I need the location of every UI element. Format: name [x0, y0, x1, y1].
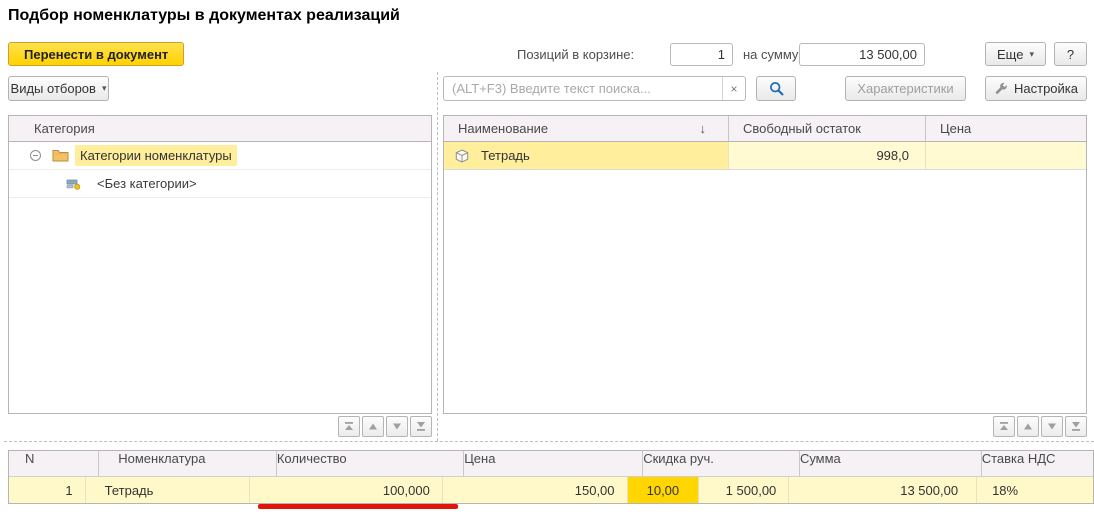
column-stock-label: Свободный остаток — [743, 121, 861, 136]
column-n-header[interactable]: N — [9, 451, 100, 476]
column-nomenclature-label: Номенклатура — [118, 451, 206, 466]
item-name-label: Тетрадь — [481, 148, 530, 163]
nomenclature-picker-window: { "title": "Подбор номенклатуры в докуме… — [0, 0, 1094, 521]
collapse-toggle-icon[interactable] — [30, 150, 41, 161]
scroll-down-button[interactable] — [1041, 416, 1063, 437]
column-sum-label: Сумма — [799, 451, 841, 466]
column-quantity-label: Количество — [276, 451, 347, 466]
search-button[interactable] — [756, 76, 796, 101]
column-price-label: Цена — [940, 121, 972, 136]
column-price-header[interactable]: Цена — [464, 451, 644, 476]
tree-item-label: Категории номенклатуры — [75, 145, 237, 166]
tree-item-label: <Без категории> — [97, 176, 197, 191]
category-panel: Категория Категории номенклатуры <Без ка… — [8, 115, 432, 414]
characteristics-label: Характеристики — [857, 81, 954, 96]
column-stock-header[interactable]: Свободный остаток — [728, 116, 925, 141]
discount-percent-cell[interactable]: 10,00 — [627, 477, 700, 503]
table-row-item[interactable]: Тетрадь 998,0 — [444, 142, 1086, 170]
nomenclature-value: Тетрадь — [104, 482, 154, 498]
vat-cell[interactable]: 18% — [977, 477, 1093, 503]
wrench-icon — [994, 82, 1008, 96]
transfer-to-document-button[interactable]: Перенести в документ — [8, 42, 185, 66]
vertical-splitter[interactable] — [437, 72, 438, 441]
column-vat-label: Ставка НДС — [981, 451, 1056, 466]
settings-button[interactable]: Настройка — [985, 76, 1087, 101]
close-icon: × — [730, 81, 738, 96]
vat-value: 18% — [992, 482, 1019, 498]
quantity-cell[interactable]: 100,000 — [250, 477, 443, 503]
chevron-down-icon: ▾ — [1029, 48, 1034, 59]
scroll-down-button[interactable] — [386, 416, 408, 437]
item-stock-value: 998,0 — [876, 148, 909, 163]
help-button[interactable]: ? — [1054, 42, 1087, 66]
price-cell[interactable]: 150,00 — [443, 477, 628, 503]
column-n-label: N — [25, 451, 35, 466]
sum-cell[interactable]: 13 500,00 — [789, 477, 978, 503]
cart-sum-label: на сумму: — [743, 47, 803, 62]
cart-sum-input[interactable] — [799, 43, 925, 66]
column-name-header[interactable]: Наименование ↓ — [444, 116, 728, 141]
column-price-header[interactable]: Цена — [925, 116, 1086, 141]
product-cube-icon — [455, 148, 469, 163]
scroll-up-button[interactable] — [362, 416, 384, 437]
cart-items-count-label: Позиций в корзине: — [517, 47, 635, 62]
cart-table-header: N Номенклатура Количество Цена Скидка ру… — [9, 451, 1093, 477]
clear-search-button[interactable]: × — [722, 77, 745, 100]
category-header-label: Категория — [34, 121, 95, 136]
column-quantity-header[interactable]: Количество — [276, 451, 465, 476]
folder-icon — [52, 149, 69, 162]
items-panel: Наименование ↓ Свободный остаток Цена Те… — [443, 115, 1087, 414]
column-vat-header[interactable]: Ставка НДС — [982, 451, 1093, 476]
characteristics-button[interactable]: Характеристики — [845, 76, 966, 101]
more-button[interactable]: Еще ▾ — [985, 42, 1046, 66]
column-price-label: Цена — [464, 451, 496, 466]
price-value: 150,00 — [574, 482, 615, 498]
sort-descending-icon: ↓ — [699, 121, 707, 136]
search-input-box: × — [443, 76, 746, 101]
transfer-to-document-label: Перенести в документ — [24, 46, 169, 62]
filter-types-label: Виды отборов — [10, 81, 96, 96]
discount-percent-value: 10,00 — [646, 482, 680, 498]
item-price-cell[interactable] — [925, 142, 1086, 169]
column-name-label: Наименование — [458, 121, 549, 136]
scroll-last-button[interactable] — [410, 416, 432, 437]
cart-row[interactable]: 1 Тетрадь 100,000 150,00 10,00 1 500,00 … — [9, 477, 1093, 503]
horizontal-splitter[interactable] — [4, 441, 1094, 442]
item-name-cell[interactable]: Тетрадь — [444, 142, 728, 169]
cart-items-count-input[interactable] — [670, 43, 733, 66]
scroll-first-button[interactable] — [993, 416, 1015, 437]
row-number-value: 1 — [65, 482, 73, 498]
settings-label: Настройка — [1014, 81, 1078, 96]
item-stock-cell[interactable]: 998,0 — [728, 142, 925, 169]
quantity-value: 100,000 — [382, 482, 430, 498]
discount-sum-cell[interactable]: 1 500,00 — [699, 477, 790, 503]
row-number-cell[interactable]: 1 — [9, 477, 86, 503]
quantity-underline-annotation — [258, 504, 458, 509]
column-discount-label: Скидка руч. — [643, 451, 714, 466]
cart-table: N Номенклатура Количество Цена Скидка ру… — [8, 450, 1094, 504]
category-column-header[interactable]: Категория — [9, 116, 431, 142]
tree-row-categories-root[interactable]: Категории номенклатуры — [9, 142, 431, 170]
items-table-header: Наименование ↓ Свободный остаток Цена — [444, 116, 1086, 142]
scroll-first-button[interactable] — [338, 416, 360, 437]
column-discount-header[interactable]: Скидка руч. — [643, 451, 800, 476]
chevron-down-icon: ▾ — [101, 83, 107, 93]
column-sum-header[interactable]: Сумма — [800, 451, 982, 476]
page-title: Подбор номенклатуры в документах реализа… — [8, 7, 400, 24]
column-nomenclature-header[interactable]: Номенклатура — [99, 451, 277, 476]
scroll-up-button[interactable] — [1017, 416, 1039, 437]
search-input[interactable] — [444, 77, 722, 100]
scroll-last-button[interactable] — [1065, 416, 1087, 437]
nomenclature-cell[interactable]: Тетрадь — [86, 477, 250, 503]
list-item-icon — [66, 178, 81, 190]
filter-types-button[interactable]: Виды отборов ▾ — [8, 76, 109, 101]
help-button-label: ? — [1066, 46, 1075, 62]
more-button-label: Еще — [997, 46, 1024, 62]
search-icon — [769, 81, 784, 96]
discount-sum-value: 1 500,00 — [725, 482, 777, 498]
tree-row-no-category[interactable]: <Без категории> — [9, 170, 431, 198]
sum-value: 13 500,00 — [900, 482, 959, 498]
